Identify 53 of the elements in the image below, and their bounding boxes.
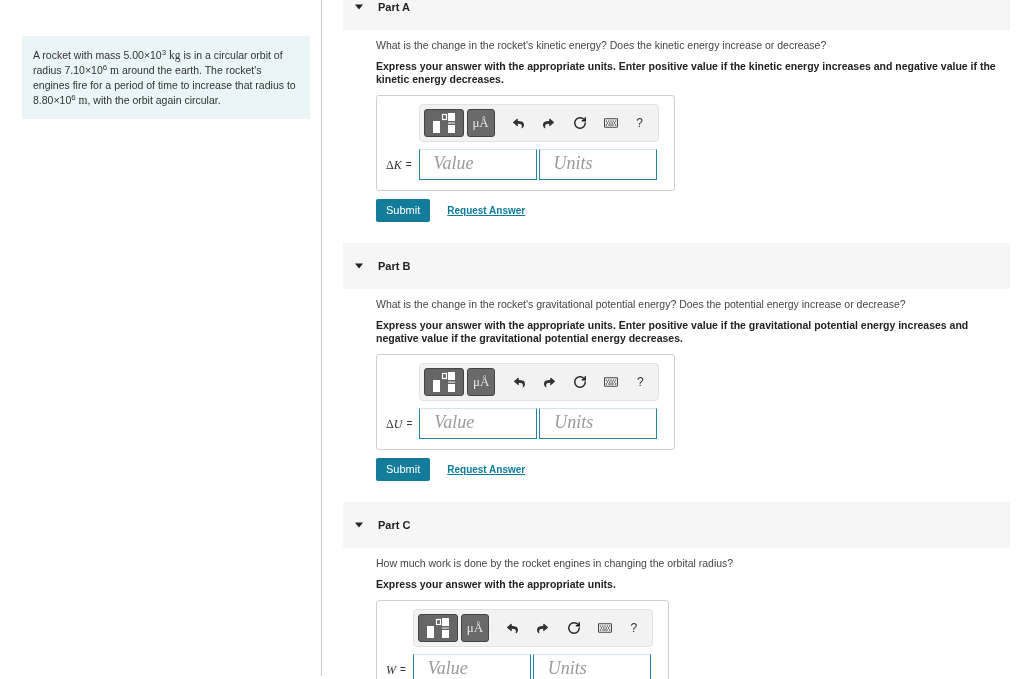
keyboard-icon bbox=[604, 375, 619, 389]
keyboard-icon bbox=[597, 621, 612, 635]
submit-button[interactable]: Submit bbox=[376, 458, 431, 481]
units-button[interactable]: μÅ bbox=[467, 368, 496, 396]
part-header[interactable]: Part C bbox=[343, 502, 1010, 548]
reset-icon bbox=[566, 621, 581, 635]
redo-icon bbox=[543, 376, 555, 388]
part-title: Part C bbox=[378, 517, 411, 533]
fraction-template-icon bbox=[431, 113, 456, 133]
reset-icon bbox=[572, 116, 587, 130]
question-text: What is the change in the rocket's kinetic energy? Does the kinetic energy increase or decrease? bbox=[376, 39, 828, 52]
units-field[interactable]: Units bbox=[532, 654, 651, 679]
fraction-template-icon bbox=[432, 372, 457, 392]
help-button[interactable]: ? bbox=[619, 614, 648, 642]
undo-icon bbox=[507, 622, 519, 634]
part-header[interactable]: Part B bbox=[343, 243, 1010, 289]
part-title: Part B bbox=[378, 258, 411, 274]
request-answer-link[interactable]: Request Answer bbox=[447, 462, 526, 477]
instructions-text: Express your answer with the appropriate units. bbox=[376, 578, 617, 591]
units-field[interactable]: Units bbox=[538, 149, 657, 180]
templates-button[interactable] bbox=[417, 614, 458, 642]
instructions-text: Express your answer with the appropriate units. Enter positive value if the kinetic energy increases and negative value if the kinetic energy decreases. bbox=[376, 60, 997, 86]
help-button[interactable]: ? bbox=[626, 368, 655, 396]
question-text: How much work is done by the rocket engines in changing the orbital radius? bbox=[376, 557, 735, 570]
answer-label: W = bbox=[386, 661, 406, 679]
templates-button[interactable] bbox=[423, 109, 464, 137]
caret-icon[interactable] bbox=[355, 263, 363, 269]
redo-icon bbox=[543, 117, 555, 129]
request-answer-link[interactable]: Request Answer bbox=[447, 203, 526, 218]
units-button[interactable]: μÅ bbox=[466, 109, 495, 137]
units-button[interactable]: μÅ bbox=[460, 614, 489, 642]
value-field[interactable]: Value bbox=[419, 408, 538, 439]
units-field[interactable]: Units bbox=[539, 408, 658, 439]
part-title: Part A bbox=[378, 0, 410, 15]
part-header[interactable]: Part A bbox=[343, 0, 1010, 30]
redo-icon bbox=[537, 622, 549, 634]
reset-icon bbox=[573, 375, 588, 389]
answer-label: ΔU = bbox=[386, 415, 413, 433]
keyboard-icon bbox=[603, 116, 618, 130]
value-field[interactable]: Value bbox=[412, 654, 531, 679]
answer-label: ΔK = bbox=[386, 156, 412, 174]
value-field[interactable]: Value bbox=[418, 149, 537, 180]
submit-button[interactable]: Submit bbox=[376, 199, 431, 222]
problem-statement: A rocket with mass 5.00×10$^{3}$ kg is in a circular orbit of radius 7.10×10$^{6}$ m around the earth. The rocket's engines fire for a period of time to increase that radius to 8.80×10$^{6}$ m, with the orbit again circular. bbox=[22, 36, 310, 119]
help-button[interactable]: ? bbox=[625, 109, 654, 137]
question-text: What is the change in the rocket's gravitational potential energy? Does the potential energy increase or decrease? bbox=[376, 298, 907, 311]
undo-icon bbox=[513, 376, 525, 388]
caret-icon[interactable] bbox=[355, 4, 363, 10]
templates-button[interactable] bbox=[424, 368, 465, 396]
undo-icon bbox=[513, 117, 525, 129]
caret-icon[interactable] bbox=[355, 522, 363, 528]
instructions-text: Express your answer with the appropriate units. Enter positive value if the gravitational potential energy increases and negative value if the gravitational potential energy decreases. bbox=[376, 319, 970, 345]
fraction-template-icon bbox=[425, 618, 450, 638]
